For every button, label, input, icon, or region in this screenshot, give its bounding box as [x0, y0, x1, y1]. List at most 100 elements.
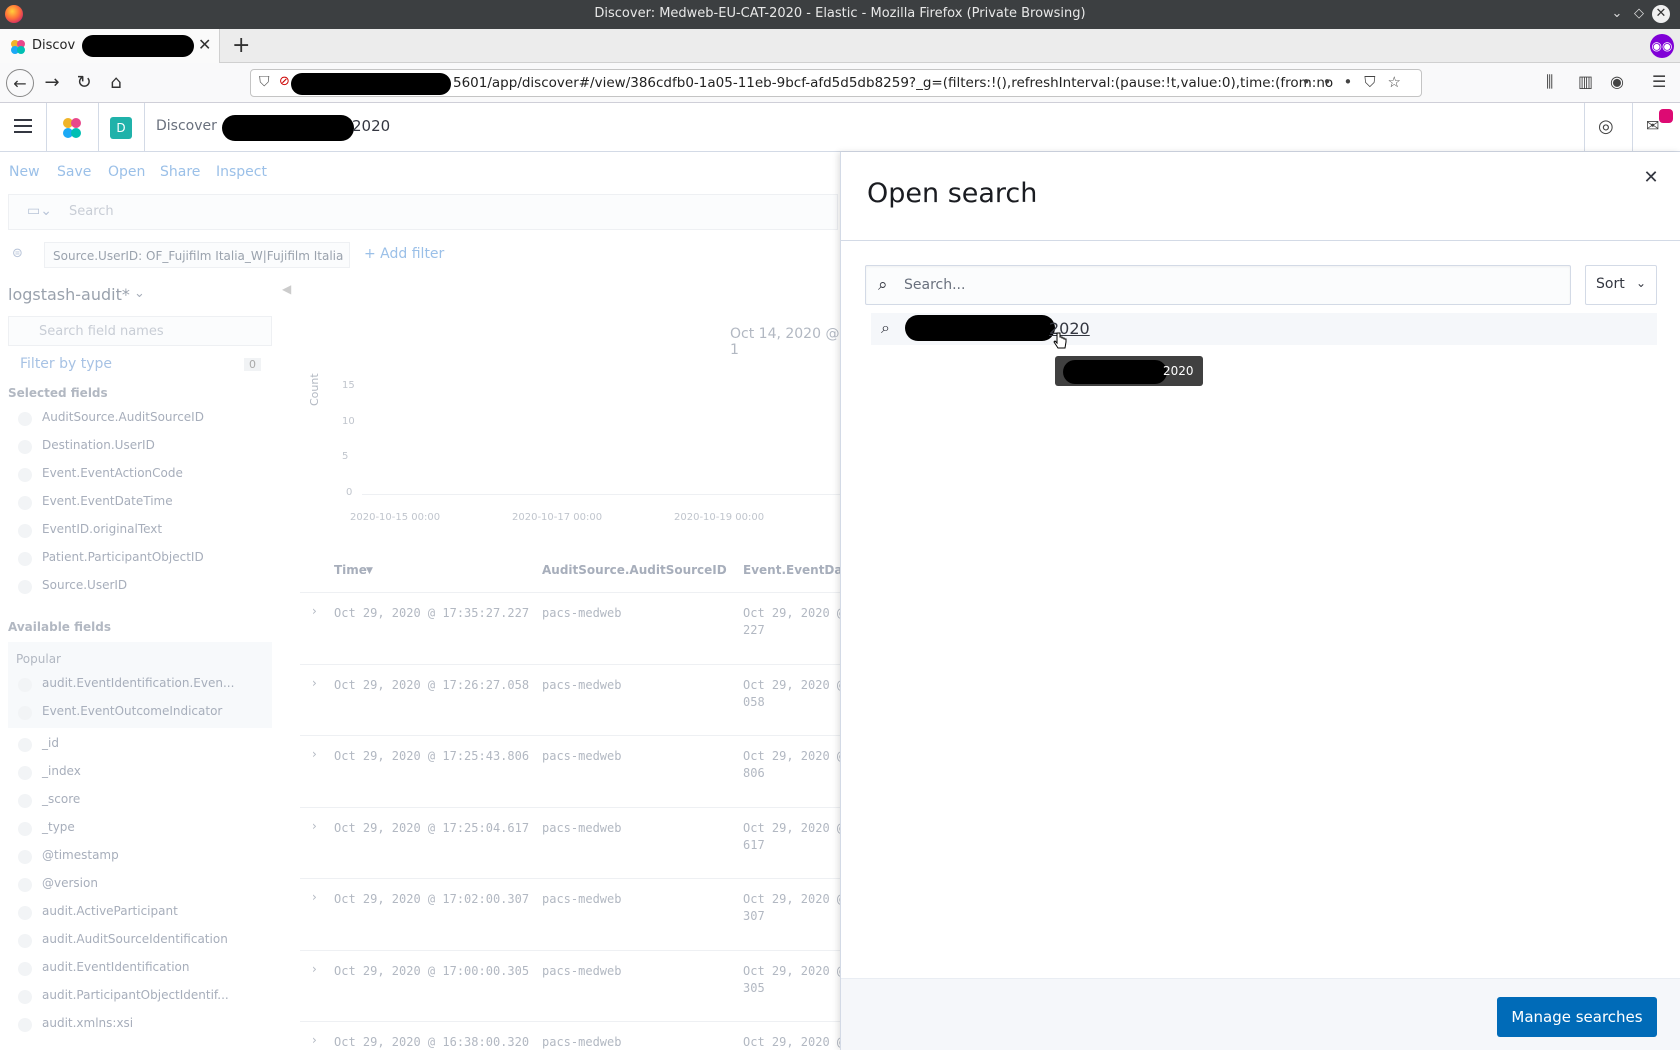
cell-time: Oct 29, 2020 @ 17:35:27.227	[334, 606, 530, 620]
close-flyout-icon[interactable]: ✕	[1641, 168, 1661, 188]
hamburger-menu-icon[interactable]	[14, 119, 32, 133]
field-name[interactable]: audit.EventIdentification.Even...	[42, 676, 234, 690]
table-row[interactable]: › Oct 29, 2020 @ 16:38:00.320 pacs-medweb O…	[300, 1021, 840, 1050]
menu-share[interactable]: Share	[160, 164, 200, 180]
breadcrumb-discover[interactable]: Discover	[156, 118, 217, 134]
hand-cursor-icon	[1053, 332, 1067, 349]
field-search-input[interactable]: Search field names	[8, 316, 272, 346]
index-pattern-selector[interactable]: logstash-audit*	[8, 285, 130, 304]
field-name[interactable]: audit.AuditSourceIdentification	[42, 932, 228, 946]
field-name[interactable]: Destination.UserID	[42, 438, 155, 452]
field-name[interactable]: audit.EventIdentification	[42, 960, 190, 974]
cell-date: Oct 29, 2020 @	[743, 820, 840, 835]
cell-date-ms: 058	[743, 694, 765, 709]
account-icon[interactable]: ◉	[1610, 72, 1624, 91]
sidebar-icon[interactable]: ▥	[1578, 72, 1593, 91]
field-name[interactable]: @version	[42, 876, 98, 890]
shield-icon[interactable]: ⛉	[259, 74, 270, 90]
menu-icon[interactable]: ☰	[1652, 72, 1666, 91]
saved-query-icon[interactable]: ▭⌄	[27, 203, 52, 219]
expand-row-icon[interactable]: ›	[312, 604, 317, 618]
field-name[interactable]: Patient.ParticipantObjectID	[42, 550, 204, 564]
filter-by-type[interactable]: Filter by type	[20, 356, 112, 372]
browser-tab[interactable]: Discov ✕	[0, 29, 220, 63]
reload-button[interactable]: ↻	[70, 69, 98, 97]
table-row[interactable]: › Oct 29, 2020 @ 17:25:04.617 pacs-medweb O…	[300, 806, 840, 878]
field-name[interactable]: audit.ActiveParticipant	[42, 904, 178, 918]
expand-row-icon[interactable]: ›	[312, 1033, 317, 1047]
expand-row-icon[interactable]: ›	[312, 890, 317, 904]
elastic-logo-icon[interactable]	[60, 116, 84, 140]
expand-row-icon[interactable]: ›	[312, 819, 317, 833]
column-header-eventdate[interactable]: Event.EventDate	[743, 563, 840, 577]
newsfeed-icon[interactable]: ✉	[1646, 116, 1659, 135]
table-row[interactable]: › Oct 29, 2020 @ 17:26:27.058 pacs-medweb O…	[300, 663, 840, 735]
saved-search-input[interactable]	[904, 274, 1554, 296]
sort-desc-icon[interactable]: ▼	[366, 566, 373, 576]
breadcrumb-current: 2020	[352, 117, 391, 135]
collapse-sidebar-icon[interactable]: ◀	[282, 282, 291, 296]
field-name[interactable]: audit.xmlns:xsi	[42, 1016, 133, 1030]
selected-fields-title: Selected fields	[8, 386, 108, 400]
library-icon[interactable]: ⫼	[1546, 72, 1553, 92]
table-row[interactable]: › Oct 29, 2020 @ 17:35:27.227 pacs-medweb O…	[300, 592, 840, 663]
url-text[interactable]: 5601/app/discover#/view/386cdfb0-1a05-11…	[453, 75, 1333, 91]
expand-row-icon[interactable]: ›	[312, 747, 317, 761]
private-browsing-icon: ◉◉	[1650, 34, 1674, 58]
field-name[interactable]: Event.EventActionCode	[42, 466, 183, 480]
field-name[interactable]: EventID.originalText	[42, 522, 162, 536]
field-search-placeholder: Search field names	[39, 324, 164, 339]
minimize-icon[interactable]: ⌄	[1608, 5, 1626, 23]
expand-row-icon[interactable]: ›	[312, 962, 317, 976]
sort-button[interactable]: Sort ⌄	[1585, 265, 1657, 305]
field-name[interactable]: AuditSource.AuditSourceID	[42, 410, 204, 424]
column-header-time[interactable]: Time	[334, 563, 367, 577]
add-filter-link[interactable]: + Add filter	[364, 246, 444, 262]
field-name[interactable]: Event.EventOutcomeIndicator	[42, 704, 222, 718]
page-actions[interactable]: •••⛉☆	[1302, 73, 1413, 91]
maximize-icon[interactable]: ◇	[1630, 5, 1648, 23]
chevron-down-icon[interactable]: ⌄	[134, 286, 145, 301]
field-name[interactable]: _type	[42, 820, 75, 834]
help-icon[interactable]: ◎	[1598, 116, 1620, 138]
url-bar[interactable]: ⛉ ⊘ 5601/app/discover#/view/386cdfb0-1a0…	[250, 69, 1422, 97]
filter-pill[interactable]: Source.UserID: OF_Fujifilm Italia_W|Fuji…	[44, 242, 350, 268]
filter-icon[interactable]: ⊜	[12, 246, 23, 261]
forward-button[interactable]: →	[38, 69, 66, 97]
filter-count-badge: 0	[244, 358, 261, 371]
close-tab-icon[interactable]: ✕	[198, 35, 211, 54]
query-bar[interactable]: ▭⌄ Search	[8, 194, 838, 230]
field-name[interactable]: @timestamp	[42, 848, 119, 862]
insecure-lock-icon[interactable]: ⊘	[279, 74, 290, 89]
menu-open[interactable]: Open	[108, 164, 145, 180]
field-name[interactable]: _index	[42, 764, 81, 778]
space-avatar[interactable]: D	[110, 117, 132, 139]
field-name[interactable]: _score	[42, 792, 80, 806]
expand-row-icon[interactable]: ›	[312, 676, 317, 690]
table-row[interactable]: › Oct 29, 2020 @ 17:02:00.307 pacs-medweb O…	[300, 878, 840, 949]
field-name[interactable]: _id	[42, 736, 59, 750]
saved-search-result[interactable]: ⌕ 2020	[871, 313, 1657, 345]
new-tab-button[interactable]: +	[232, 33, 250, 58]
cell-date-ms: 806	[743, 766, 765, 780]
back-button[interactable]: ←	[6, 69, 34, 97]
table-row[interactable]: › Oct 29, 2020 @ 17:00:00.305 pacs-medweb O…	[300, 949, 840, 1021]
menu-inspect[interactable]: Inspect	[216, 164, 267, 180]
menu-save[interactable]: Save	[57, 164, 91, 180]
field-name[interactable]: Source.UserID	[42, 578, 127, 592]
result-tooltip: 2020	[1055, 356, 1203, 386]
column-header-auditsource[interactable]: AuditSource.AuditSourceID	[542, 563, 727, 577]
table-row[interactable]: › Oct 29, 2020 @ 17:25:43.806 pacs-medweb O…	[300, 735, 840, 806]
manage-searches-button[interactable]: Manage searches	[1497, 997, 1657, 1037]
close-window-icon[interactable]: ✕	[1652, 5, 1670, 23]
cell-source: pacs-medweb	[542, 606, 622, 620]
field-type-icon	[18, 678, 32, 692]
field-name[interactable]: audit.ParticipantObjectIdentif...	[42, 988, 229, 1002]
window-title: Discover: Medweb-EU-CAT-2020 - Elastic -…	[594, 6, 1086, 21]
cell-source: pacs-medweb	[542, 749, 622, 763]
menu-new[interactable]: New	[9, 164, 40, 180]
field-name[interactable]: Event.EventDateTime	[42, 494, 173, 508]
available-fields-title: Available fields	[8, 620, 112, 634]
home-button[interactable]: ⌂	[102, 69, 130, 97]
saved-search-field[interactable]: ⌕	[865, 265, 1571, 305]
